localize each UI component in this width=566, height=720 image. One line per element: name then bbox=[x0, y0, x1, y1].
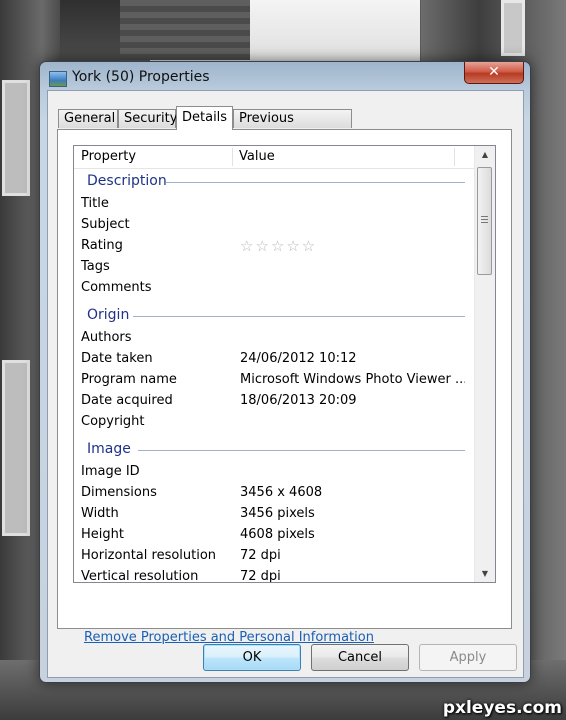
window-title: York (50) Properties bbox=[72, 69, 210, 85]
cancel-button[interactable]: Cancel bbox=[311, 644, 409, 671]
property-name: Width bbox=[81, 506, 119, 521]
property-value: 24/06/2012 10:12 bbox=[240, 351, 357, 366]
property-row-date-acquired[interactable]: Date acquired 18/06/2013 20:09 bbox=[74, 391, 475, 412]
column-divider[interactable] bbox=[454, 148, 455, 166]
property-name: Horizontal resolution bbox=[81, 548, 217, 563]
property-name: Program name bbox=[81, 372, 177, 387]
property-row-vertical-resolution[interactable]: Vertical resolution 72 dpi bbox=[74, 567, 475, 582]
property-row-height[interactable]: Height 4608 pixels bbox=[74, 525, 475, 546]
tab-previous-versions[interactable]: Previous Versions bbox=[233, 109, 352, 144]
group-header-image[interactable]: Image bbox=[74, 436, 475, 462]
property-row-image-id[interactable]: Image ID bbox=[74, 462, 475, 483]
property-row-dimensions[interactable]: Dimensions 3456 x 4608 bbox=[74, 483, 475, 504]
group-header-origin[interactable]: Origin bbox=[74, 302, 475, 328]
list-body: Description Title Subject Rating ☆☆☆☆☆ T… bbox=[74, 168, 475, 582]
rating-stars-icon[interactable]: ☆☆☆☆☆ bbox=[240, 237, 317, 255]
property-name: Title bbox=[81, 196, 109, 211]
property-name: Date acquired bbox=[81, 393, 173, 408]
property-value: 3456 x 4608 bbox=[240, 485, 323, 500]
property-row-copyright[interactable]: Copyright bbox=[74, 412, 475, 433]
properties-list[interactable]: Property Value Description Title Subject… bbox=[73, 145, 496, 583]
property-row-comments[interactable]: Comments bbox=[74, 278, 475, 299]
property-value: 72 dpi bbox=[240, 548, 281, 563]
column-divider[interactable] bbox=[232, 148, 233, 166]
group-header-description[interactable]: Description bbox=[74, 168, 475, 194]
property-row-title[interactable]: Title bbox=[74, 194, 475, 215]
right-window bbox=[501, 0, 525, 56]
properties-dialog: York (50) Properties ✕ General Security … bbox=[39, 61, 531, 683]
remove-properties-link[interactable]: Remove Properties and Personal Informati… bbox=[84, 630, 374, 645]
property-value: 18/06/2013 20:09 bbox=[240, 393, 357, 408]
vertical-scrollbar[interactable]: ▲ ▼ bbox=[474, 146, 495, 582]
group-label: Description bbox=[87, 173, 167, 189]
property-name: Height bbox=[81, 527, 124, 542]
property-name: Vertical resolution bbox=[81, 569, 199, 582]
property-value: 72 dpi bbox=[240, 569, 281, 582]
tab-security[interactable]: Security bbox=[118, 109, 177, 128]
property-name: Comments bbox=[81, 280, 152, 295]
property-name: Rating bbox=[81, 238, 123, 253]
property-value: Microsoft Windows Photo Viewer ... bbox=[240, 372, 465, 387]
property-row-rating[interactable]: Rating ☆☆☆☆☆ bbox=[74, 236, 475, 257]
property-name: Tags bbox=[81, 259, 110, 274]
tab-details[interactable]: Details bbox=[176, 106, 233, 130]
details-panel: Property Value Description Title Subject… bbox=[57, 129, 512, 645]
watermark: pxleyes.com bbox=[442, 698, 562, 718]
property-name: Copyright bbox=[81, 414, 145, 429]
ok-button[interactable]: OK bbox=[203, 644, 301, 671]
group-divider bbox=[138, 450, 465, 451]
dialog-client-area: General Security Details Previous Versio… bbox=[47, 90, 524, 678]
property-row-date-taken[interactable]: Date taken 24/06/2012 10:12 bbox=[74, 349, 475, 370]
scrollbar-grip-icon bbox=[481, 216, 488, 225]
scroll-up-arrow-icon[interactable]: ▲ bbox=[476, 146, 494, 163]
left-window bbox=[2, 80, 30, 196]
property-row-width[interactable]: Width 3456 pixels bbox=[74, 504, 475, 525]
property-row-tags[interactable]: Tags bbox=[74, 257, 475, 278]
group-divider bbox=[166, 182, 465, 183]
property-row-horizontal-resolution[interactable]: Horizontal resolution 72 dpi bbox=[74, 546, 475, 567]
image-file-icon bbox=[49, 71, 67, 87]
left-building-upper bbox=[60, 0, 120, 70]
scrollbar-thumb[interactable] bbox=[477, 167, 492, 275]
tab-general[interactable]: General bbox=[58, 109, 118, 128]
group-divider bbox=[133, 316, 465, 317]
scroll-down-arrow-icon[interactable]: ▼ bbox=[476, 565, 494, 582]
property-row-program-name[interactable]: Program name Microsoft Windows Photo Vie… bbox=[74, 370, 475, 391]
roof bbox=[100, 0, 250, 60]
apply-button[interactable]: Apply bbox=[419, 644, 517, 671]
property-value: 3456 pixels bbox=[240, 506, 315, 521]
column-header-value[interactable]: Value bbox=[239, 146, 449, 168]
column-header-property[interactable]: Property bbox=[81, 146, 231, 168]
list-header: Property Value bbox=[74, 146, 475, 169]
property-name: Image ID bbox=[81, 464, 140, 479]
close-icon: ✕ bbox=[488, 64, 500, 80]
property-name: Subject bbox=[81, 217, 130, 232]
group-label: Image bbox=[87, 441, 131, 457]
left-window bbox=[2, 360, 30, 536]
property-name: Dimensions bbox=[81, 485, 157, 500]
property-name: Date taken bbox=[81, 351, 153, 366]
property-value: 4608 pixels bbox=[240, 527, 315, 542]
close-button[interactable]: ✕ bbox=[464, 62, 524, 84]
property-row-subject[interactable]: Subject bbox=[74, 215, 475, 236]
property-name: Authors bbox=[81, 330, 132, 345]
property-row-authors[interactable]: Authors bbox=[74, 328, 475, 349]
group-label: Origin bbox=[87, 307, 130, 323]
